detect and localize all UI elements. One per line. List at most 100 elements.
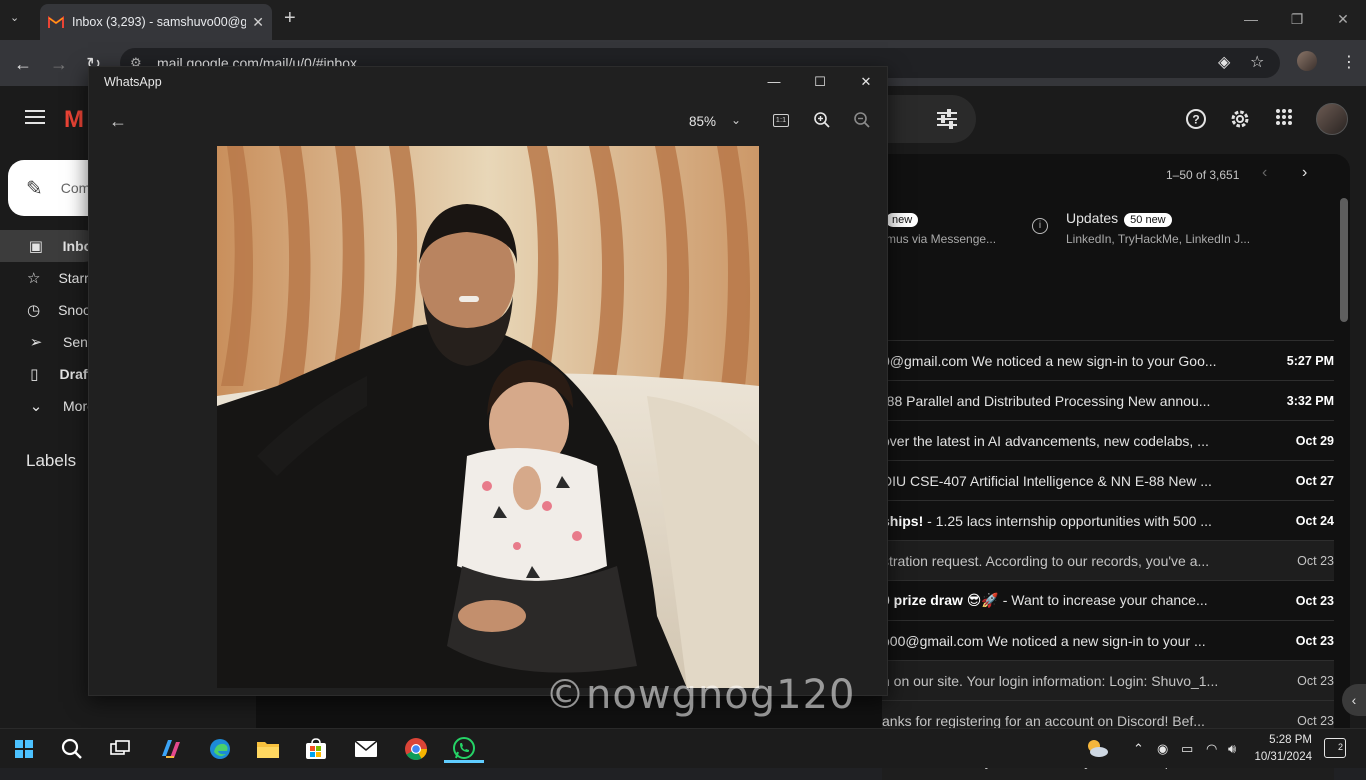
photo-image bbox=[217, 146, 759, 688]
chevron-up-icon[interactable]: ⌃ bbox=[1133, 741, 1144, 757]
gmail-logo[interactable]: M bbox=[64, 106, 84, 134]
pencil-icon: ✎ bbox=[26, 177, 43, 200]
tab-gmail[interactable]: Inbox (3,293) - samshuvo00@gmail.com ✕ bbox=[40, 4, 272, 40]
edge-taskbar-icon[interactable] bbox=[200, 735, 240, 763]
draft-icon: ▯ bbox=[30, 366, 39, 383]
email-snippet: -88 Parallel and Distributed Processing … bbox=[882, 393, 1274, 409]
actual-size-icon[interactable]: 1:1 bbox=[773, 114, 789, 127]
email-row[interactable]: 0@gmail.com We noticed a new sign-in to … bbox=[882, 340, 1334, 380]
close-button[interactable]: ✕ bbox=[843, 67, 889, 97]
sidebar-item-starred[interactable]: ☆ Starred bbox=[0, 262, 104, 294]
email-preview: anks for registering for an account on D… bbox=[882, 712, 1205, 729]
file-explorer-taskbar-icon[interactable] bbox=[248, 735, 288, 763]
tab-title: Inbox (3,293) - samshuvo00@gmail.com bbox=[72, 15, 247, 29]
chevron-down-icon[interactable]: ⌄ bbox=[731, 113, 741, 127]
menu-dots-icon[interactable]: ⋮ bbox=[1341, 52, 1357, 72]
tab-updates[interactable]: Updates 50 new LinkedIn, TryHackMe, Linke… bbox=[1066, 210, 1250, 246]
battery-icon[interactable]: ▭ bbox=[1181, 741, 1193, 757]
new-tab-button[interactable]: + bbox=[284, 7, 296, 30]
sidebar-item-snoozed[interactable]: ◷ Snoozed bbox=[0, 294, 113, 326]
search-button[interactable] bbox=[52, 735, 92, 763]
email-preview: n on our site. Your login information: L… bbox=[882, 672, 1219, 689]
email-row[interactable]: ships! - 1.25 lacs internship opportunit… bbox=[882, 500, 1334, 540]
image-viewer-toolbar: ← 85% ⌄ 1:1 bbox=[89, 97, 889, 145]
sidebar-item-inbox[interactable]: ▣ Inbox bbox=[0, 230, 100, 262]
email-preview: DIU CSE-407 Artificial Intelligence & NN… bbox=[882, 472, 1212, 489]
volume-icon[interactable]: 🔊︎ bbox=[1228, 741, 1236, 757]
sidebar-item-more[interactable]: ⌄ More bbox=[0, 390, 100, 422]
prev-page-icon[interactable]: ‹ bbox=[1262, 164, 1267, 182]
whatsapp-taskbar-icon[interactable] bbox=[444, 735, 484, 763]
email-row[interactable]: DIU CSE-407 Artificial Intelligence & NN… bbox=[882, 460, 1334, 500]
email-time: Oct 23 bbox=[1297, 553, 1334, 568]
whatsapp-window: WhatsApp — ☐ ✕ ← 85% ⌄ 1:1 bbox=[88, 66, 888, 696]
email-row[interactable]: n on our site. Your login information: L… bbox=[882, 660, 1334, 700]
mail-taskbar-icon[interactable] bbox=[346, 735, 386, 763]
list-scrollbar[interactable] bbox=[1340, 198, 1348, 322]
category-subtitle: LinkedIn, TryHackMe, LinkedIn J... bbox=[1066, 232, 1251, 246]
bookmark-star-icon[interactable]: ☆ bbox=[1250, 52, 1264, 72]
whatsapp-titlebar: WhatsApp — ☐ ✕ bbox=[89, 67, 889, 97]
email-snippet: ships! - 1.25 lacs internship opportunit… bbox=[882, 513, 1274, 529]
email-snippet: o00@gmail.com We noticed a new sign-in t… bbox=[882, 633, 1274, 649]
main-menu-icon[interactable] bbox=[25, 110, 45, 112]
tab-social[interactable]: new mus via Messenge... bbox=[886, 210, 996, 246]
zoom-level[interactable]: 85% bbox=[689, 114, 716, 129]
email-time: Oct 23 bbox=[1295, 633, 1334, 648]
email-preview: - Want to increase your chance... bbox=[998, 592, 1208, 608]
zoom-out-icon[interactable] bbox=[853, 111, 871, 129]
tab-search-icon[interactable]: ⌄ bbox=[10, 11, 28, 29]
email-time: 5:27 PM bbox=[1286, 353, 1334, 368]
maximize-button[interactable]: ☐ bbox=[797, 67, 843, 97]
camera-privacy-icon[interactable]: ◉ bbox=[1157, 741, 1168, 757]
next-page-icon[interactable]: › bbox=[1302, 164, 1307, 182]
clock[interactable]: 5:28 PM 10/31/2024 bbox=[1250, 732, 1312, 766]
notification-center-icon[interactable]: 2 bbox=[1324, 738, 1346, 758]
minimize-button[interactable]: — bbox=[1228, 6, 1274, 32]
send-icon: ➢ bbox=[29, 334, 43, 351]
chrome-taskbar-icon[interactable] bbox=[396, 735, 436, 763]
window-title: WhatsApp bbox=[104, 75, 162, 89]
email-preview: -88 Parallel and Distributed Processing … bbox=[882, 392, 1211, 409]
email-row[interactable]: -88 Parallel and Distributed Processing … bbox=[882, 380, 1334, 420]
store-taskbar-icon[interactable] bbox=[296, 735, 336, 763]
settings-gear-icon[interactable] bbox=[1229, 108, 1251, 130]
weather-icon[interactable] bbox=[1084, 737, 1110, 762]
profile-avatar[interactable] bbox=[1297, 51, 1317, 71]
help-icon[interactable]: ? bbox=[1185, 108, 1207, 130]
forward-icon[interactable]: → bbox=[50, 54, 68, 75]
email-row[interactable]: 0 prize draw 😎🚀 - Want to increase your … bbox=[882, 580, 1334, 620]
side-panel-toggle-icon[interactable]: ‹ bbox=[1342, 684, 1366, 716]
info-icon[interactable]: i bbox=[1032, 218, 1048, 234]
email-snippet: over the latest in AI advancements, new … bbox=[882, 433, 1274, 449]
clock-time: 5:28 PM bbox=[1269, 734, 1312, 746]
task-view-button[interactable] bbox=[100, 735, 140, 763]
email-row[interactable]: o00@gmail.com We noticed a new sign-in t… bbox=[882, 620, 1334, 660]
search-options-icon[interactable] bbox=[936, 109, 958, 129]
email-preview: stration request. According to our recor… bbox=[882, 552, 1210, 569]
restore-button[interactable]: ❐ bbox=[1274, 6, 1320, 32]
sidebar-item-drafts[interactable]: ▯ Drafts bbox=[0, 358, 100, 390]
extension-icon[interactable]: ◈ bbox=[1218, 52, 1230, 72]
zoom-in-icon[interactable] bbox=[813, 111, 831, 129]
sidebar-item-sent[interactable]: ➢ Sent bbox=[0, 326, 100, 358]
pagination-text: 1–50 of 3,651 bbox=[1166, 168, 1240, 182]
svg-text:?: ? bbox=[1192, 113, 1199, 127]
account-avatar[interactable] bbox=[1316, 103, 1348, 135]
email-time: Oct 23 bbox=[1297, 673, 1334, 688]
back-icon[interactable]: ← bbox=[14, 54, 32, 75]
start-button[interactable] bbox=[4, 735, 44, 763]
close-button[interactable]: ✕ bbox=[1320, 6, 1366, 32]
tab-close-icon[interactable]: ✕ bbox=[252, 14, 264, 31]
email-preview: o00@gmail.com We noticed a new sign-in t… bbox=[882, 632, 1206, 649]
clock-date: 10/31/2024 bbox=[1254, 751, 1312, 763]
email-row[interactable]: over the latest in AI advancements, new … bbox=[882, 420, 1334, 460]
wifi-icon[interactable]: ◠ bbox=[1206, 741, 1217, 757]
watermark-text: ©nowgnog120 bbox=[545, 672, 856, 718]
apps-grid-icon[interactable] bbox=[1275, 108, 1293, 126]
back-arrow-icon[interactable]: ← bbox=[109, 111, 127, 132]
labels-heading: Labels bbox=[26, 451, 77, 470]
copilot-taskbar-icon[interactable] bbox=[150, 735, 190, 763]
email-row[interactable]: stration request. According to our recor… bbox=[882, 540, 1334, 580]
minimize-button[interactable]: — bbox=[751, 67, 797, 97]
